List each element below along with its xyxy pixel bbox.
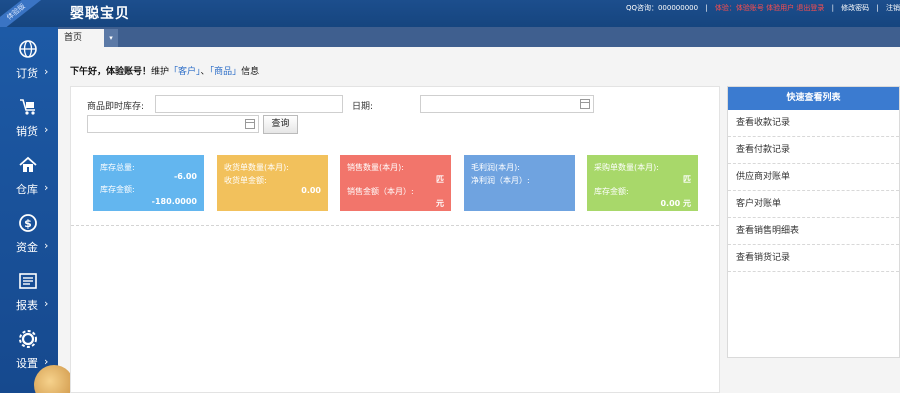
card-value: 0.00 元 xyxy=(660,199,691,208)
quick-link-receipts[interactable]: 查看收款记录 xyxy=(728,110,899,137)
dollar-icon: $ xyxy=(19,214,37,232)
sidebar-item-label: 设置 xyxy=(16,357,38,370)
main-panel: 商品即时库存: 日期: 查询 库存总量: -6.00 库存金额: -180.00… xyxy=(70,86,720,393)
card-label: 收货单数量(本月): xyxy=(224,163,289,172)
greeting-text: 下午好，体验账号！ xyxy=(70,67,152,77)
calendar-icon[interactable] xyxy=(580,99,590,109)
card-value: 匹 xyxy=(683,175,691,184)
decoration-image xyxy=(34,365,74,393)
quick-link-sales-records[interactable]: 查看销货记录 xyxy=(728,245,899,272)
stat-card-sales[interactable]: 销售数量(本月): 匹 销售金额（本月）: 元 xyxy=(340,155,451,211)
app-logo: 婴聪宝贝 xyxy=(70,6,130,22)
end-date-input[interactable] xyxy=(87,115,259,133)
card-label: 采购单数量(本月): xyxy=(594,163,659,172)
sidebar-item-label: 订货 xyxy=(16,67,38,80)
card-label: 收货单金额: xyxy=(224,176,267,185)
divider xyxy=(71,225,719,226)
sidebar-item-label: 报表 xyxy=(16,299,38,312)
globe-icon xyxy=(19,40,37,58)
query-button[interactable]: 查询 xyxy=(263,115,298,134)
tab-home[interactable]: 首页 xyxy=(58,29,104,47)
stock-search-label: 商品即时库存: xyxy=(87,102,145,112)
quick-link-payments[interactable]: 查看付款记录 xyxy=(728,137,899,164)
tab-bar: 首页 ▾ xyxy=(58,27,900,47)
chevron-right-icon: › xyxy=(44,239,49,252)
card-value: -6.00 xyxy=(173,172,197,181)
logout-link[interactable]: 注销 xyxy=(886,3,900,13)
card-label: 库存金额: xyxy=(594,187,629,196)
top-links: QQ咨询：000000000 | 体验：体验账号 体验用户 退出登录 | 修改密… xyxy=(625,3,900,13)
product-link[interactable]: 「商品」 xyxy=(210,67,242,77)
sidebar-item-warehouse[interactable]: 仓库 › xyxy=(0,149,58,203)
quick-link-sales-detail[interactable]: 查看销售明细表 xyxy=(728,218,899,245)
greeting-sep: 、 xyxy=(200,67,210,77)
report-icon xyxy=(19,273,37,289)
card-value: 元 xyxy=(436,199,444,208)
tab-dropdown-button[interactable]: ▾ xyxy=(104,29,118,47)
cart-icon xyxy=(20,99,35,115)
sidebar-item-label: 资金 xyxy=(16,241,38,254)
stat-card-purchase[interactable]: 采购单数量(本月): 匹 库存金额: 0.00 元 xyxy=(587,155,698,211)
date-input[interactable] xyxy=(420,95,594,113)
card-label: 销售数量(本月): xyxy=(347,163,404,172)
greeting: 下午好，体验账号！维护「客户」、「商品」信息 xyxy=(70,64,259,77)
user-info-link[interactable]: 体验：体验账号 体验用户 退出登录 xyxy=(715,3,824,13)
card-label: 销售金额（本月）: xyxy=(347,187,414,196)
product-input[interactable] xyxy=(155,95,343,113)
card-value: 匹 xyxy=(436,175,444,184)
chevron-right-icon: › xyxy=(44,297,49,310)
date-label: 日期: xyxy=(352,102,374,112)
change-password-link[interactable]: 修改密码 xyxy=(841,3,869,13)
card-value: 0.00 xyxy=(301,186,321,195)
card-label: 毛利润(本月): xyxy=(471,163,520,172)
card-value: -180.0000 xyxy=(151,197,197,206)
card-label: 库存总量: xyxy=(100,163,135,172)
stat-card-stock[interactable]: 库存总量: -6.00 库存金额: -180.0000 xyxy=(93,155,204,211)
sidebar-item-order[interactable]: 订货 › xyxy=(0,33,58,87)
stat-card-profit[interactable]: 毛利润(本月): 净利润（本月）: xyxy=(464,155,575,211)
greeting-mid: 维护 xyxy=(151,67,170,77)
quick-link-supplier-statement[interactable]: 供应商对账单 xyxy=(728,164,899,191)
sidebar-item-funds[interactable]: $ 资金 › xyxy=(0,207,58,261)
calendar-icon[interactable] xyxy=(245,119,255,129)
card-label: 库存金额: xyxy=(100,185,135,194)
chevron-right-icon: › xyxy=(44,181,49,194)
sidebar-item-reports[interactable]: 报表 › xyxy=(0,265,58,319)
qq-contact[interactable]: QQ咨询：000000000 xyxy=(626,3,698,13)
stat-card-receipt[interactable]: 收货单数量(本月): 收货单金额: 0.00 xyxy=(217,155,328,211)
home-icon xyxy=(19,156,37,172)
quick-view-title: 快速查看列表 xyxy=(728,87,899,110)
quick-link-customer-statement[interactable]: 客户对账单 xyxy=(728,191,899,218)
customer-link[interactable]: 「客户」 xyxy=(169,67,201,77)
chevron-right-icon: › xyxy=(44,65,49,78)
sidebar-item-label: 仓库 xyxy=(16,183,38,196)
gear-icon xyxy=(19,330,37,348)
sidebar-item-label: 销货 xyxy=(16,125,38,138)
top-header: 体验版 婴聪宝贝 QQ咨询：000000000 | 体验：体验账号 体验用户 退… xyxy=(0,0,900,34)
quick-view-panel: 快速查看列表 查看收款记录 查看付款记录 供应商对账单 客户对账单 查看销售明细… xyxy=(727,86,900,358)
sidebar-item-sales[interactable]: 销货 › xyxy=(0,91,58,145)
svg-text:$: $ xyxy=(24,217,32,230)
chevron-right-icon: › xyxy=(44,123,49,136)
greeting-suffix: 信息 xyxy=(241,67,260,77)
card-label: 净利润（本月）: xyxy=(471,176,530,185)
sidebar: 订货 › 销货 › 仓库 › $ 资金 › 报表 › 设置 › xyxy=(0,27,74,393)
